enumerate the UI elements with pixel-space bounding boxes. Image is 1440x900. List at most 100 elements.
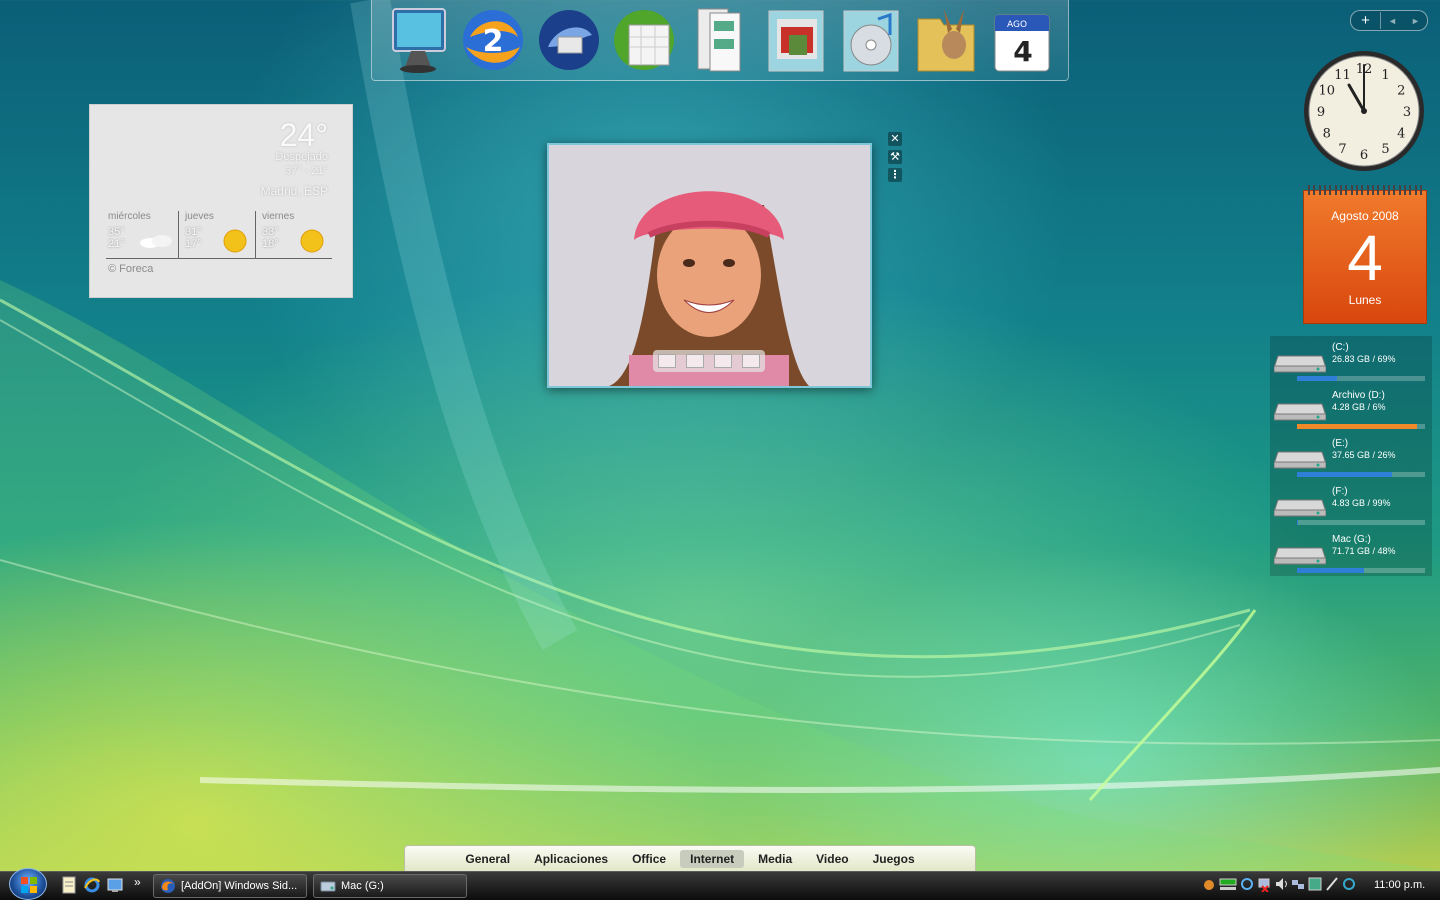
ie-icon[interactable] bbox=[84, 876, 100, 894]
forecast-day-name: jueves bbox=[185, 211, 214, 222]
clock-number: 3 bbox=[1403, 105, 1411, 120]
network-error-icon[interactable] bbox=[1257, 876, 1271, 892]
drive-item[interactable]: (C:) 26.83 GB / 69% bbox=[1270, 340, 1432, 384]
previous-page-icon[interactable]: ◄ bbox=[1388, 16, 1397, 26]
drive-usage-fill bbox=[1297, 520, 1299, 525]
pen-icon[interactable] bbox=[1325, 876, 1339, 892]
ical-month: AGO bbox=[1007, 20, 1027, 30]
drive-name: Archivo (D:) bbox=[1332, 390, 1385, 401]
drive-info: 26.83 GB / 69% bbox=[1332, 354, 1396, 364]
hard-drive-icon bbox=[1274, 547, 1326, 565]
sun-icon bbox=[300, 229, 324, 253]
clock-gadget[interactable]: 121234567891011 bbox=[1302, 49, 1426, 173]
weather-gadget[interactable]: 24° Despejado 37° - 21° Madrid, ESP miér… bbox=[89, 104, 353, 298]
calendar-ring bbox=[1339, 185, 1342, 195]
show-desktop-icon[interactable] bbox=[107, 876, 123, 894]
tab-general[interactable]: General bbox=[455, 850, 520, 868]
cloudy-icon bbox=[140, 235, 172, 248]
calendar-month: Agosto 2008 bbox=[1331, 209, 1399, 223]
ical-icon[interactable]: AGO 4 bbox=[989, 5, 1055, 75]
calendar-ring bbox=[1393, 185, 1396, 195]
calendar-gadget[interactable]: Agosto 2008 4 Lunes bbox=[1303, 185, 1427, 324]
device-icon[interactable] bbox=[1308, 876, 1322, 892]
calendar-ring bbox=[1361, 185, 1364, 195]
slideshow-gadget[interactable] bbox=[547, 143, 872, 388]
calendar-weekday: Lunes bbox=[1348, 293, 1382, 307]
network-meter-icon[interactable] bbox=[1219, 876, 1237, 892]
browser-icon[interactable]: 2 bbox=[460, 5, 526, 75]
tab-internet[interactable]: Internet bbox=[680, 849, 745, 868]
network-icon[interactable] bbox=[1291, 876, 1305, 892]
taskbar-window-explorer[interactable]: Mac (G:) bbox=[313, 874, 467, 898]
add-gadget-button[interactable]: + bbox=[1351, 12, 1381, 29]
volume-icon[interactable] bbox=[1274, 876, 1288, 892]
notepad-icon[interactable] bbox=[61, 876, 77, 894]
calendar-ring bbox=[1350, 185, 1353, 195]
drive-usage-bar bbox=[1297, 472, 1425, 477]
drive-usage-bar bbox=[1297, 424, 1425, 429]
drive-item[interactable]: (F:) 4.83 GB / 99% bbox=[1270, 484, 1432, 528]
drive-name: Mac (G:) bbox=[1332, 534, 1371, 545]
calendar-day: 4 bbox=[1347, 222, 1383, 294]
calendar-ring bbox=[1371, 185, 1374, 195]
start-button[interactable] bbox=[9, 868, 47, 900]
drive-item[interactable]: Mac (G:) 71.71 GB / 48% bbox=[1270, 532, 1432, 576]
drive-item[interactable]: (E:) 37.65 GB / 26% bbox=[1270, 436, 1432, 480]
calendar-ring bbox=[1313, 185, 1316, 195]
clock-number: 2 bbox=[1397, 84, 1405, 99]
thunderbird-icon[interactable] bbox=[536, 5, 602, 75]
calendar-ring bbox=[1403, 185, 1406, 195]
drive-item[interactable]: Archivo (D:) 4.28 GB / 6% bbox=[1270, 388, 1432, 432]
view-button[interactable] bbox=[742, 354, 760, 368]
calendar-ring bbox=[1323, 185, 1326, 195]
monitor-icon[interactable] bbox=[385, 5, 451, 75]
clock-number: 10 bbox=[1318, 84, 1335, 99]
clock-number: 6 bbox=[1360, 148, 1368, 163]
clock-number: 1 bbox=[1381, 68, 1389, 83]
tray-app-icon[interactable] bbox=[1202, 876, 1216, 892]
drive-usage-fill bbox=[1297, 424, 1418, 429]
svg-text:2: 2 bbox=[483, 24, 504, 59]
calendar-ring bbox=[1387, 185, 1390, 195]
drive-info: 71.71 GB / 48% bbox=[1332, 546, 1396, 556]
documents-icon[interactable] bbox=[687, 5, 753, 75]
weather-forecast: miércoles 35° 21° jueves 31° 17° viernes… bbox=[106, 211, 332, 259]
windows-logo-icon bbox=[21, 877, 37, 893]
clock-time[interactable]: 11:00 p.m. bbox=[1374, 879, 1425, 891]
forecast-day: jueves 31° 17° bbox=[178, 211, 255, 258]
sync-icon[interactable] bbox=[1240, 876, 1254, 892]
sidebar-controls: + ◄ ► bbox=[1350, 10, 1428, 31]
calendar-ring bbox=[1409, 185, 1412, 195]
emule-folder-icon[interactable] bbox=[914, 5, 980, 75]
tab-aplicaciones[interactable]: Aplicaciones bbox=[524, 850, 618, 868]
drive-usage-bar bbox=[1297, 520, 1425, 525]
refresh-icon[interactable] bbox=[1342, 876, 1356, 892]
next-slide-button[interactable] bbox=[714, 354, 732, 368]
pictures-icon[interactable] bbox=[763, 5, 829, 75]
weather-credit: © Foreca bbox=[108, 263, 154, 275]
slideshow-controls bbox=[653, 350, 765, 372]
drag-handle-icon[interactable]: ⋮ bbox=[888, 168, 902, 182]
gadget-pager: ◄ ► bbox=[1381, 16, 1427, 26]
calendar-ring bbox=[1382, 185, 1385, 195]
play-button[interactable] bbox=[686, 354, 704, 368]
clock-number: 4 bbox=[1397, 127, 1405, 142]
tab-office[interactable]: Office bbox=[622, 850, 676, 868]
hard-drive-icon bbox=[1274, 355, 1326, 373]
tab-video[interactable]: Video bbox=[806, 850, 858, 868]
calendar-ring bbox=[1318, 185, 1321, 195]
drive-usage-bar bbox=[1297, 376, 1425, 381]
firefox-icon bbox=[161, 879, 175, 893]
wrench-icon[interactable]: ⚒ bbox=[888, 150, 902, 164]
quick-launch-chevron[interactable]: » bbox=[134, 875, 141, 889]
next-page-icon[interactable]: ► bbox=[1411, 16, 1420, 26]
tab-juegos[interactable]: Juegos bbox=[863, 850, 925, 868]
calendar-app-icon[interactable] bbox=[611, 5, 677, 75]
taskbar-window-firefox[interactable]: [AddOn] Windows Sid... bbox=[153, 874, 307, 898]
drive-meter-gadget[interactable]: (C:) 26.83 GB / 69% Archivo (D:) 4.28 GB… bbox=[1270, 336, 1432, 576]
previous-slide-button[interactable] bbox=[658, 354, 676, 368]
close-icon[interactable]: ✕ bbox=[888, 132, 902, 146]
calendar-ring bbox=[1377, 185, 1380, 195]
music-icon[interactable] bbox=[838, 5, 904, 75]
tab-media[interactable]: Media bbox=[748, 850, 802, 868]
